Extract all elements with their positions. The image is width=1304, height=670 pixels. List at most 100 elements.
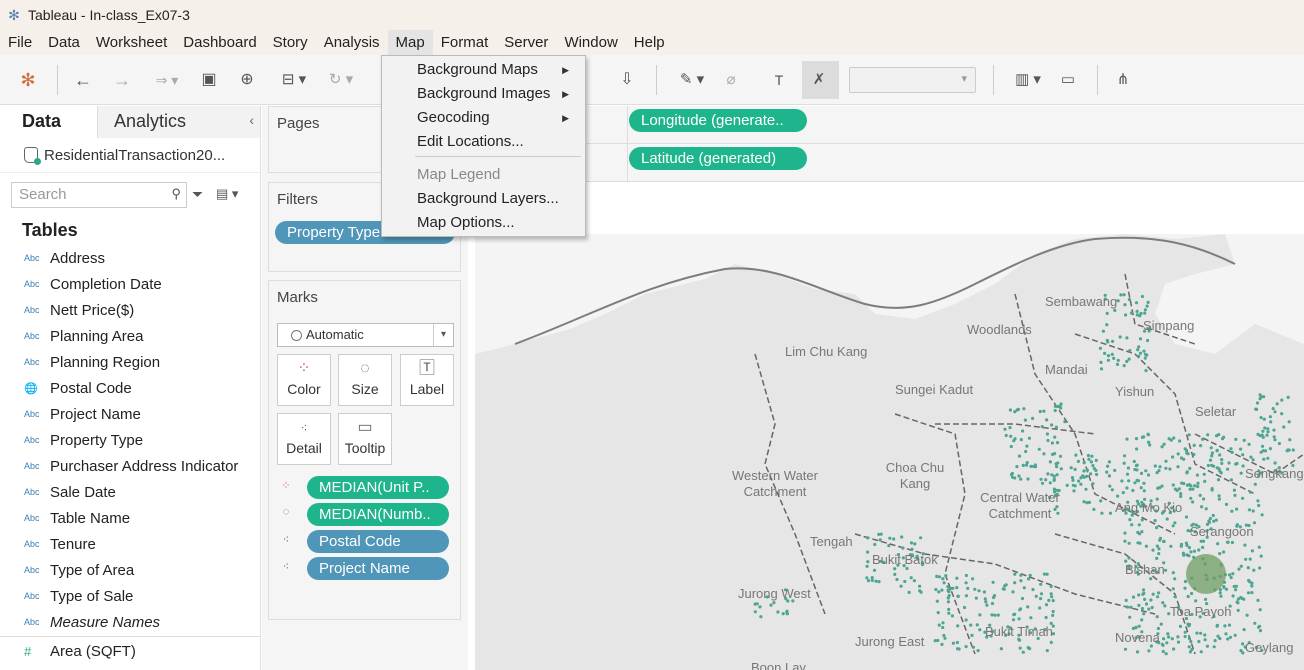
- transaction-point[interactable]: [1051, 613, 1055, 617]
- transaction-point[interactable]: [901, 546, 905, 550]
- transaction-point[interactable]: [940, 588, 944, 592]
- transaction-point[interactable]: [1137, 354, 1141, 358]
- transaction-point[interactable]: [1203, 638, 1207, 642]
- transaction-point[interactable]: [956, 624, 960, 628]
- transaction-point[interactable]: [1021, 650, 1025, 654]
- transaction-point[interactable]: [941, 625, 945, 630]
- transaction-point[interactable]: [1256, 499, 1260, 503]
- transaction-point[interactable]: [1158, 465, 1162, 469]
- transaction-point[interactable]: [1140, 530, 1144, 534]
- transaction-point[interactable]: [1220, 437, 1225, 441]
- transaction-point[interactable]: [1224, 587, 1229, 591]
- transaction-point[interactable]: [1103, 351, 1107, 355]
- transaction-point[interactable]: [1252, 568, 1256, 572]
- transaction-point[interactable]: [1195, 473, 1199, 477]
- transaction-point[interactable]: [975, 623, 979, 627]
- transaction-point[interactable]: [1268, 447, 1272, 451]
- transaction-point[interactable]: [1013, 410, 1017, 414]
- transaction-point[interactable]: [1056, 461, 1060, 465]
- transaction-point[interactable]: [1187, 636, 1191, 640]
- transaction-point[interactable]: [1178, 624, 1183, 628]
- transaction-point[interactable]: [971, 577, 975, 581]
- transaction-point[interactable]: [1190, 647, 1194, 652]
- transaction-point[interactable]: [1163, 604, 1167, 608]
- field-item[interactable]: Abc Purchaser Address Indicator: [0, 453, 260, 479]
- transaction-point[interactable]: [1140, 294, 1145, 299]
- menu-item-map-options[interactable]: Map Options...: [417, 211, 582, 235]
- transaction-point[interactable]: [937, 623, 941, 627]
- view-options-icon[interactable]: ▤ ▾: [216, 186, 238, 202]
- transaction-point[interactable]: [1171, 524, 1175, 528]
- transaction-point[interactable]: [1082, 500, 1086, 504]
- transaction-point[interactable]: [942, 581, 946, 585]
- transaction-point[interactable]: [1209, 446, 1213, 450]
- transaction-point[interactable]: [878, 538, 882, 542]
- transaction-point[interactable]: [866, 536, 870, 540]
- transaction-point[interactable]: [1275, 402, 1279, 406]
- transaction-point[interactable]: [1258, 608, 1262, 612]
- transaction-point[interactable]: [1110, 488, 1114, 492]
- transaction-point[interactable]: [1059, 467, 1063, 471]
- transaction-point[interactable]: [1123, 647, 1128, 651]
- transaction-point[interactable]: [1164, 466, 1168, 470]
- transaction-point[interactable]: [978, 628, 982, 632]
- transaction-point[interactable]: [1169, 544, 1173, 548]
- transaction-point[interactable]: [1047, 598, 1051, 602]
- transaction-point[interactable]: [1019, 573, 1023, 577]
- transaction-point[interactable]: [1106, 354, 1111, 358]
- transaction-point[interactable]: [1182, 457, 1186, 461]
- transaction-point[interactable]: [1184, 515, 1189, 519]
- transaction-point[interactable]: [1188, 466, 1192, 470]
- field-item[interactable]: Abc Planning Area: [0, 323, 260, 349]
- menu-item-background-maps[interactable]: Background Maps ▶: [417, 58, 582, 82]
- transaction-point[interactable]: [1138, 314, 1142, 318]
- transaction-point[interactable]: [1125, 336, 1129, 340]
- transaction-point[interactable]: [1259, 416, 1263, 420]
- menu-item-map-legend[interactable]: Map Legend: [417, 163, 582, 187]
- transaction-point[interactable]: [1179, 492, 1183, 496]
- transaction-point[interactable]: [1123, 531, 1127, 535]
- transaction-point[interactable]: [1148, 443, 1152, 447]
- transaction-point[interactable]: [1107, 460, 1111, 464]
- transaction-point[interactable]: [1094, 468, 1098, 473]
- transaction-point[interactable]: [1010, 475, 1015, 479]
- transaction-point[interactable]: [1161, 601, 1165, 605]
- transaction-point[interactable]: [946, 600, 950, 604]
- transaction-point[interactable]: [941, 621, 945, 625]
- transaction-point[interactable]: [1155, 544, 1159, 548]
- transaction-point[interactable]: [1125, 472, 1130, 476]
- sort-descending-icon[interactable]: ⇩: [616, 68, 638, 92]
- transaction-point[interactable]: [1045, 649, 1049, 653]
- transaction-point[interactable]: [1001, 587, 1005, 591]
- transaction-point[interactable]: [969, 623, 973, 627]
- transaction-point[interactable]: [1257, 503, 1261, 508]
- transaction-point[interactable]: [759, 615, 763, 619]
- transaction-point[interactable]: [940, 642, 944, 646]
- transaction-point[interactable]: [1079, 482, 1083, 486]
- transaction-point[interactable]: [1186, 594, 1190, 599]
- transaction-point[interactable]: [1044, 615, 1048, 620]
- transaction-point[interactable]: [1019, 477, 1023, 481]
- transaction-point[interactable]: [1212, 519, 1216, 523]
- transaction-point[interactable]: [1140, 606, 1145, 611]
- transaction-point[interactable]: [1147, 649, 1151, 653]
- transaction-point[interactable]: [1013, 581, 1017, 585]
- transaction-point[interactable]: [1173, 521, 1177, 525]
- transaction-point[interactable]: [1210, 454, 1214, 458]
- transaction-point[interactable]: [1162, 539, 1166, 544]
- transaction-point[interactable]: [1085, 468, 1089, 472]
- transaction-point[interactable]: [1138, 351, 1143, 355]
- transaction-point[interactable]: [1229, 447, 1233, 451]
- transaction-point[interactable]: [866, 579, 871, 583]
- transaction-point[interactable]: [1183, 447, 1187, 451]
- transaction-point[interactable]: [1137, 345, 1141, 349]
- transaction-point[interactable]: [1259, 554, 1263, 558]
- transaction-point[interactable]: [1266, 430, 1270, 434]
- refresh-icon[interactable]: ↻ ▾: [321, 68, 361, 92]
- transaction-point[interactable]: [1091, 482, 1095, 486]
- transaction-point[interactable]: [1192, 549, 1197, 553]
- transaction-point[interactable]: [1218, 591, 1222, 595]
- transaction-point[interactable]: [999, 647, 1004, 651]
- transaction-point[interactable]: [870, 576, 874, 580]
- transaction-point[interactable]: [1201, 545, 1205, 549]
